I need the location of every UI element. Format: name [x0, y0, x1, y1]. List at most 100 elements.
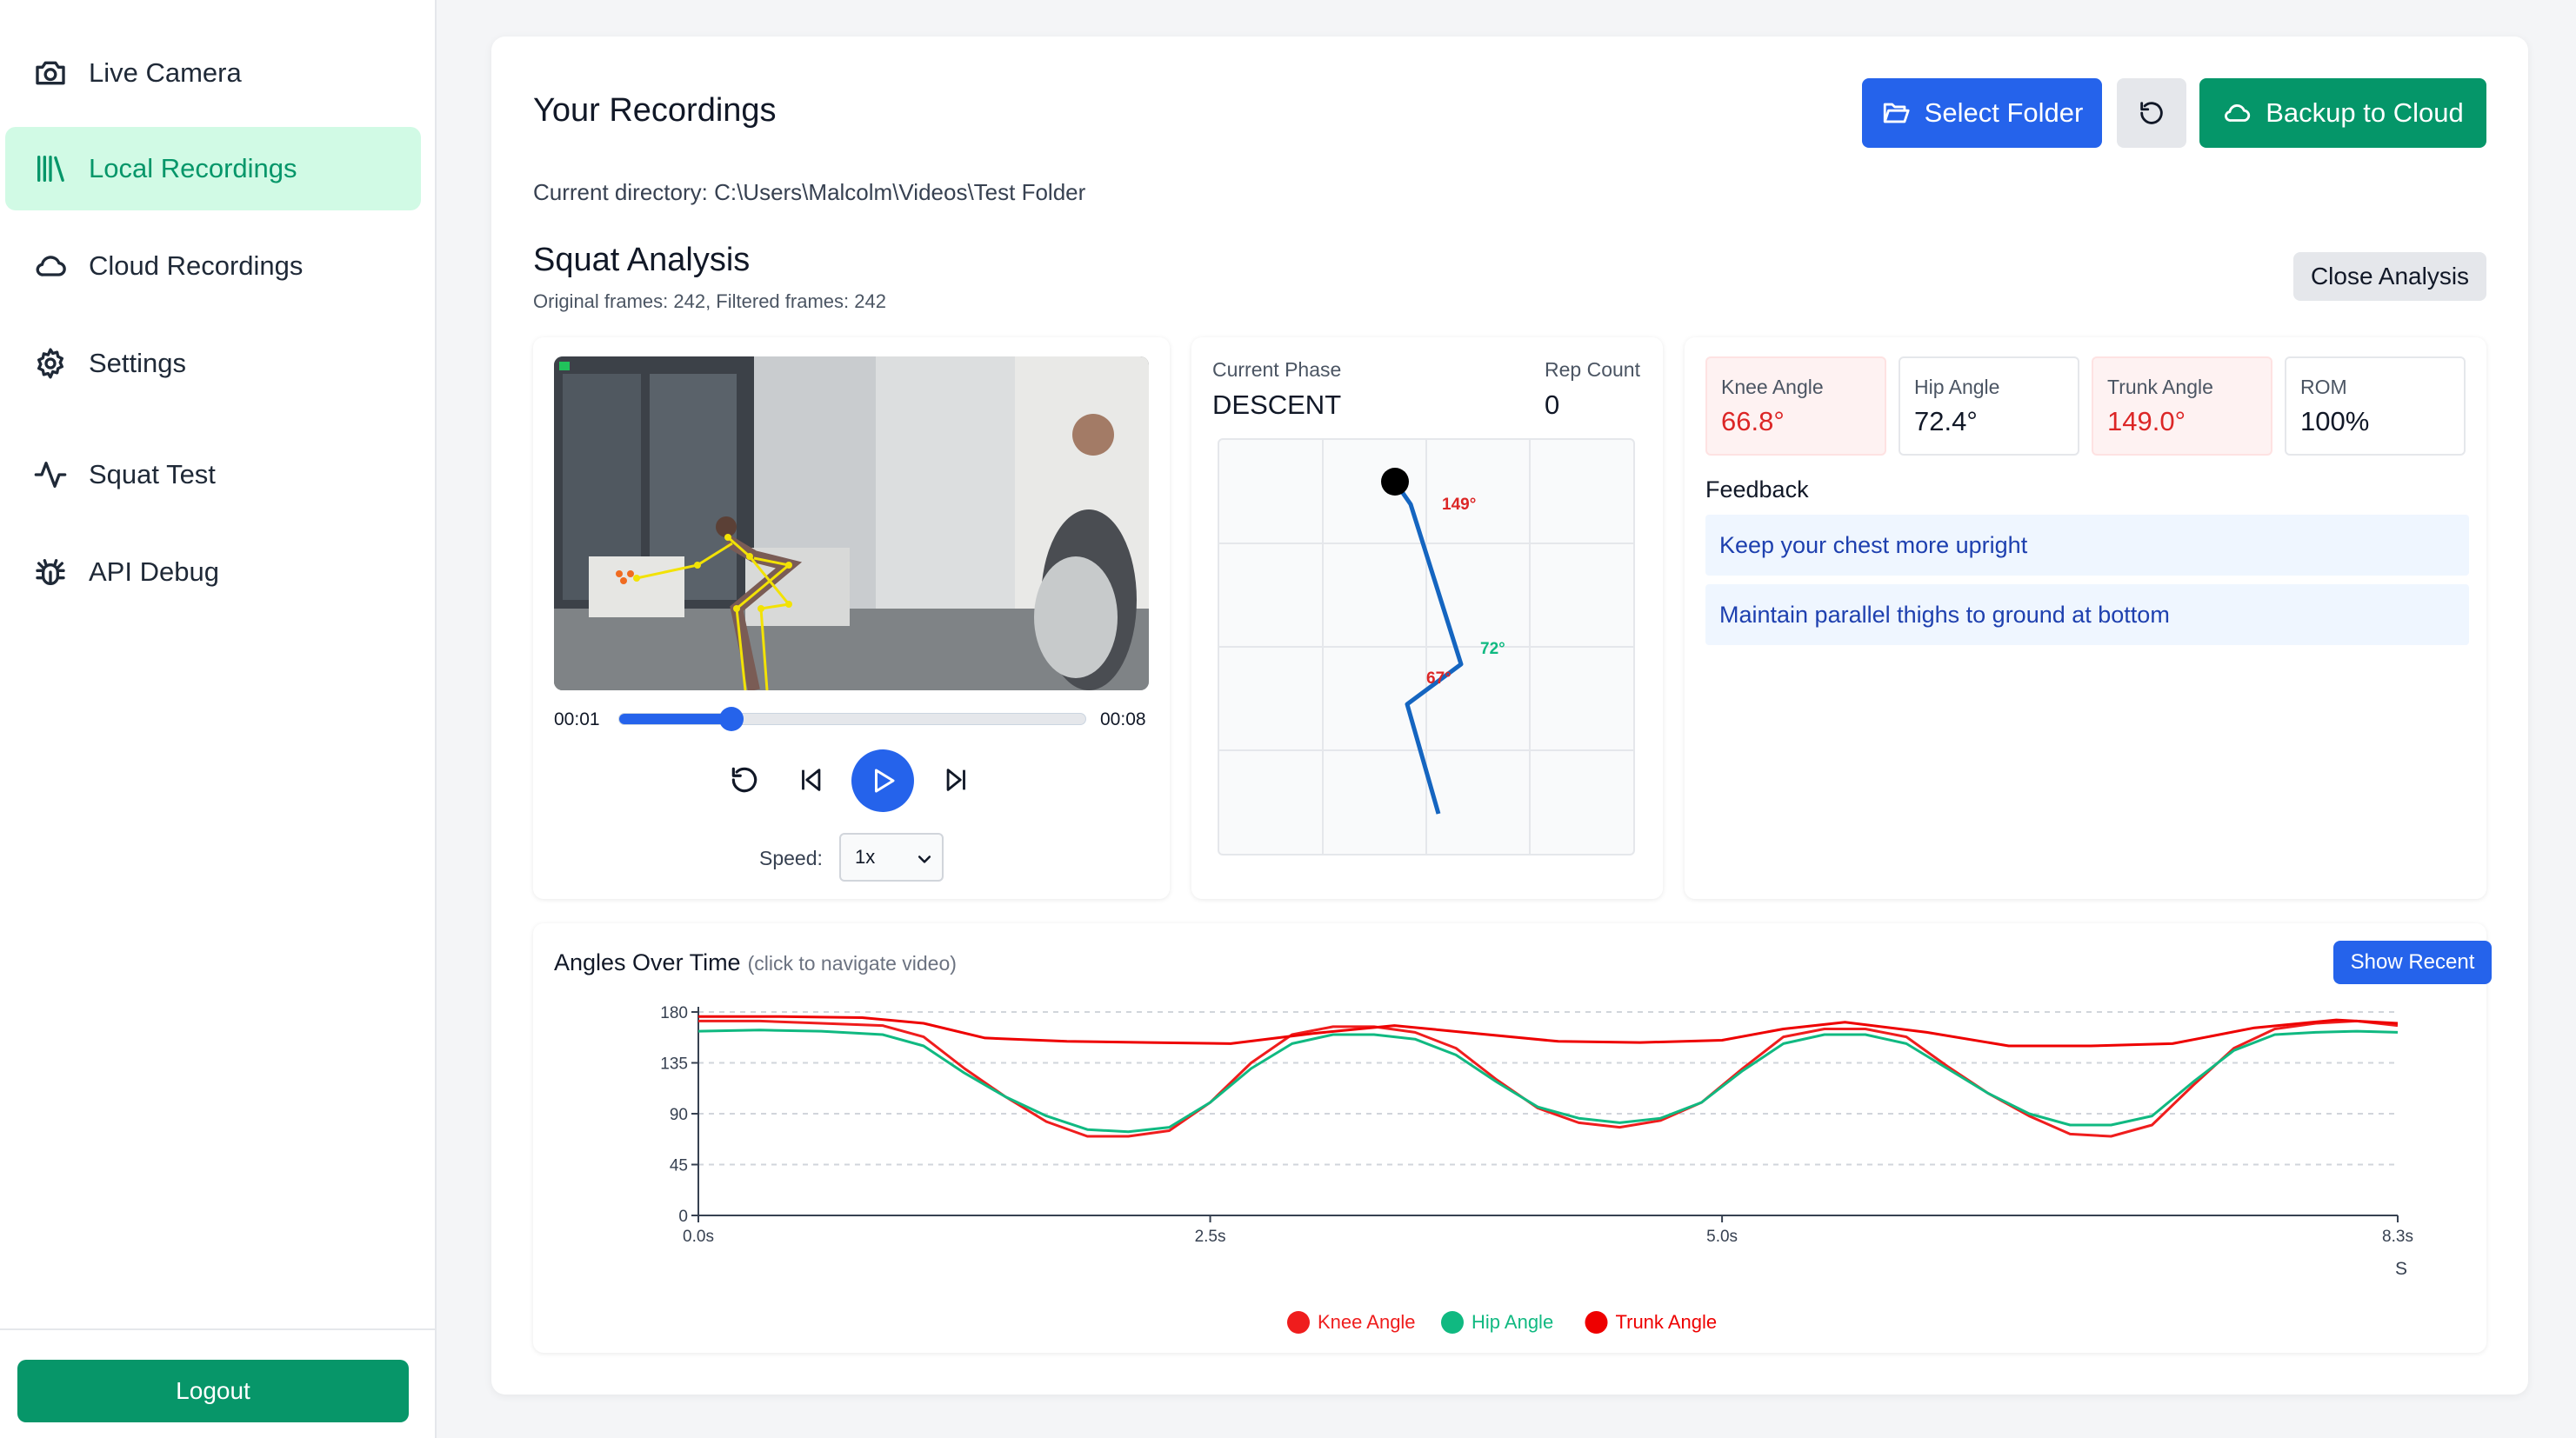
seek-slider-fill	[619, 714, 732, 724]
metric-rom: ROM 100%	[2285, 356, 2466, 456]
seek-slider-thumb[interactable]	[719, 707, 744, 731]
metric-value: 72.4°	[1914, 406, 1978, 436]
skip-forward-icon	[946, 769, 965, 791]
phase-panel: Current Phase DESCENT Rep Count 0 149° 7…	[1191, 337, 1663, 899]
video-panel: 00:01 00:08 Speed: 1x	[533, 337, 1170, 899]
select-folder-button[interactable]: Select Folder	[1862, 78, 2102, 148]
camera-icon	[33, 56, 68, 90]
speed-value: 1x	[855, 846, 876, 868]
restart-button[interactable]	[723, 758, 766, 802]
hip-angle-text: 72°	[1480, 640, 1505, 658]
sidebar-item-label: Settings	[89, 348, 187, 378]
seek-slider[interactable]	[618, 707, 1086, 731]
legend-marker	[1585, 1311, 1608, 1334]
current-phase-label: Current Phase	[1212, 358, 1342, 381]
chart-hint: (click to navigate video)	[747, 952, 957, 975]
current-directory: Current directory: C:\Users\Malcolm\Vide…	[533, 179, 1086, 205]
y-tick-label: 135	[660, 1055, 688, 1074]
video-frame[interactable]	[554, 356, 1149, 690]
metric-knee-angle: Knee Angle 66.8°	[1705, 356, 1886, 456]
backup-to-cloud-button[interactable]: Backup to Cloud	[2199, 78, 2486, 148]
angles-chart: 0 45 90 135 180 0.0s 2.5s 5.0s 8.3s S Knee Angle Hi…	[660, 1004, 2413, 1334]
cloud-icon	[33, 249, 68, 283]
bug-icon	[33, 555, 68, 589]
sidebar-item-label: Squat Test	[89, 459, 216, 489]
speed-select[interactable]: 1x	[839, 833, 944, 882]
analysis-title: Squat Analysis	[533, 242, 751, 278]
current-phase-value: DESCENT	[1212, 389, 1342, 420]
series-line-knee-angle	[698, 1019, 2399, 1138]
chart-title-text: Angles Over Time	[554, 949, 741, 975]
sidebar-item-live-camera[interactable]: Live Camera	[5, 31, 421, 115]
feedback-title: Feedback	[1705, 476, 1809, 503]
metric-trunk-angle: Trunk Angle 149.0°	[2092, 356, 2272, 456]
select-folder-label: Select Folder	[1924, 97, 2084, 128]
chart-title: Angles Over Time (click to navigate video…	[554, 949, 957, 976]
sidebar-item-label: Cloud Recordings	[89, 250, 304, 281]
page-title: Your Recordings	[533, 92, 777, 129]
rep-count-value: 0	[1545, 389, 1560, 420]
activity-icon	[33, 457, 68, 492]
metric-value: 149.0°	[2107, 406, 2186, 436]
x-tick-label: 2.5s	[1195, 1228, 1226, 1246]
y-tick-label: 90	[670, 1106, 688, 1124]
video-frame-image	[554, 356, 1149, 690]
metric-label: Knee Angle	[1721, 376, 1824, 398]
sidebar-item-local-recordings[interactable]: Local Recordings	[5, 127, 421, 210]
library-icon	[33, 151, 68, 186]
sidebar-item-label: API Debug	[89, 556, 219, 587]
metric-value: 66.8°	[1721, 406, 1785, 436]
feedback-item: Keep your chest more upright	[1705, 515, 2469, 576]
folder-open-icon	[1883, 103, 1910, 123]
knee-angle-text: 67°	[1426, 669, 1452, 688]
chevron-down-icon	[918, 855, 931, 863]
x-axis-label: S	[2395, 1259, 2407, 1279]
series-line-trunk-angle	[698, 1015, 2399, 1048]
analysis-frames-info: Original frames: 242, Filtered frames: 2…	[533, 290, 886, 312]
play-button[interactable]	[851, 749, 914, 812]
metric-label: Hip Angle	[1914, 376, 2000, 398]
y-tick-label: 180	[660, 1004, 688, 1022]
backup-label: Backup to Cloud	[2266, 97, 2464, 128]
legend-marker	[1441, 1311, 1464, 1334]
feedback-item: Maintain parallel thighs to ground at bo…	[1705, 584, 2469, 645]
metric-hip-angle: Hip Angle 72.4°	[1899, 356, 2079, 456]
sidebar-item-label: Live Camera	[89, 57, 242, 88]
sidebar-item-api-debug[interactable]: API Debug	[5, 530, 421, 614]
metric-label: ROM	[2300, 376, 2347, 398]
sidebar-item-settings[interactable]: Settings	[5, 322, 421, 405]
legend-label: Knee Angle	[1318, 1311, 1416, 1333]
head-dot	[1381, 468, 1409, 496]
trunk-angle-text: 149°	[1442, 496, 1476, 514]
x-tick-label: 8.3s	[2382, 1228, 2413, 1246]
y-tick-label: 0	[678, 1208, 688, 1226]
sidebar-item-cloud-recordings[interactable]: Cloud Recordings	[5, 224, 421, 308]
skip-back-icon	[802, 769, 821, 791]
legend-label: Hip Angle	[1472, 1311, 1553, 1333]
sidebar-divider	[0, 1328, 435, 1330]
close-analysis-button[interactable]: Close Analysis	[2293, 252, 2486, 301]
skip-forward-button[interactable]	[935, 758, 978, 802]
series-line-hip-angle	[697, 1029, 2399, 1134]
x-tick-label: 5.0s	[1706, 1228, 1738, 1246]
skip-back-button[interactable]	[789, 758, 832, 802]
gear-icon	[33, 346, 68, 381]
speed-label: Speed:	[759, 847, 823, 869]
x-tick-label: 0.0s	[683, 1228, 714, 1246]
refresh-icon	[2140, 102, 2163, 124]
refresh-button[interactable]	[2117, 78, 2186, 148]
play-icon	[875, 769, 895, 793]
sidebar-item-squat-test[interactable]: Squat Test	[5, 433, 421, 516]
skeleton-view: 149° 72° 67°	[1218, 438, 1635, 855]
cloud-icon	[2225, 104, 2251, 122]
restart-icon	[731, 767, 757, 793]
legend-marker	[1287, 1311, 1310, 1334]
rep-count-label: Rep Count	[1545, 358, 1640, 381]
angles-chart-panel: Angles Over Time (click to navigate video…	[533, 923, 2492, 1353]
sidebar: Live Camera Local Recordings Cloud Recor…	[0, 0, 437, 1438]
show-recent-button[interactable]: Show Recent	[2333, 941, 2492, 984]
legend-label: Trunk Angle	[1616, 1311, 1718, 1333]
logout-button[interactable]: Logout	[17, 1360, 409, 1422]
metrics-panel: Knee Angle 66.8° Hip Angle 72.4° Trunk A…	[1685, 337, 2486, 899]
metric-label: Trunk Angle	[2107, 376, 2213, 398]
